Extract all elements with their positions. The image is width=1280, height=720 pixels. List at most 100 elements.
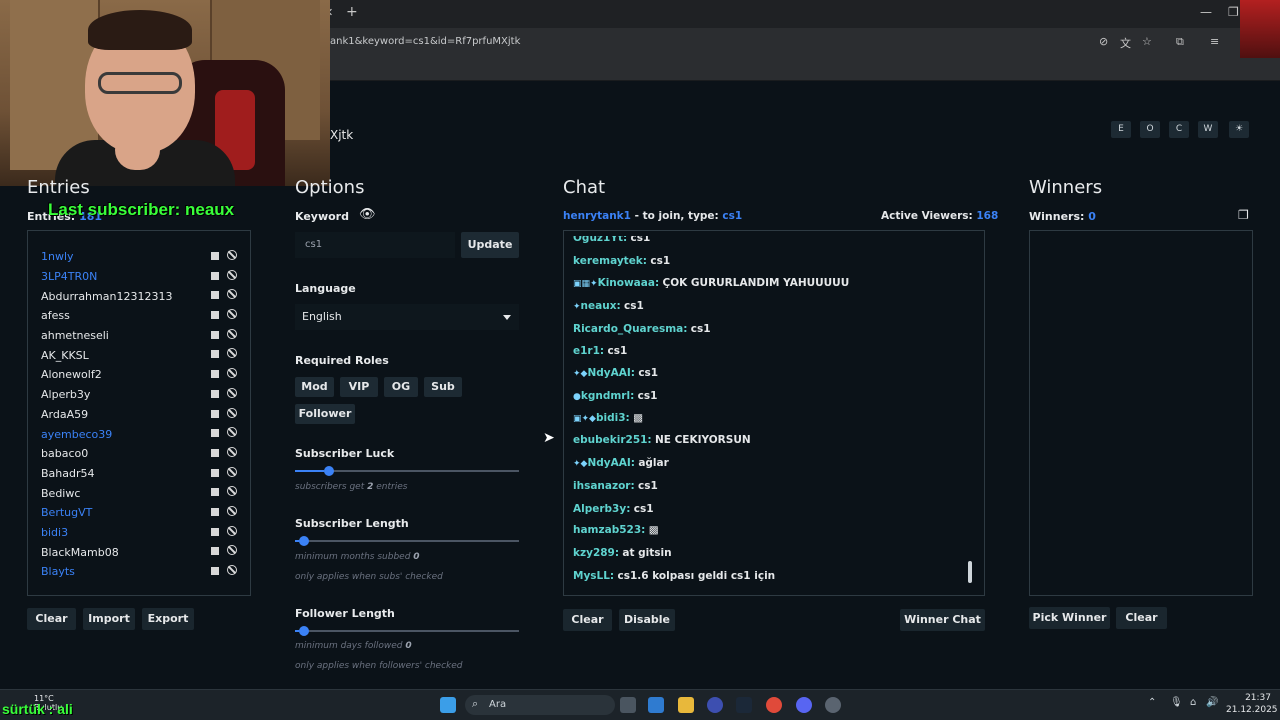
winners-title: Winners <box>1029 177 1103 198</box>
chat-badge-icons: ✦◆ <box>573 369 588 379</box>
remove-entry-icon[interactable] <box>211 350 219 359</box>
tray-chevron-icon[interactable]: ⌃ <box>1148 697 1156 708</box>
ban-entry-icon[interactable] <box>227 545 237 556</box>
chat-text: cs1 <box>630 236 651 244</box>
chat-username: Alperb3y: <box>573 503 631 515</box>
network-icon[interactable]: ⌂ <box>1190 697 1196 708</box>
entry-row: Bediwc <box>41 483 241 503</box>
remove-entry-icon[interactable] <box>211 370 219 379</box>
minimize-icon[interactable]: — <box>1200 5 1212 19</box>
role-og-toggle[interactable]: OG <box>384 377 418 397</box>
ban-entry-icon[interactable] <box>227 427 237 438</box>
app-icon[interactable] <box>707 697 723 713</box>
remove-entry-icon[interactable] <box>211 488 219 497</box>
remove-entry-icon[interactable] <box>211 547 219 556</box>
subscriber-luck-slider[interactable] <box>295 466 519 476</box>
chat-disable-button[interactable]: Disable <box>619 609 675 631</box>
header-button-w[interactable]: W <box>1198 121 1218 138</box>
restore-icon[interactable]: ❐ <box>1228 5 1239 19</box>
remove-entry-icon[interactable] <box>211 252 219 260</box>
winner-chat-button[interactable]: Winner Chat <box>900 609 985 631</box>
remove-entry-icon[interactable] <box>211 567 219 575</box>
subscriber-luck-knob[interactable] <box>324 466 335 476</box>
obs-icon[interactable] <box>825 697 841 713</box>
remove-entry-icon[interactable] <box>211 409 219 418</box>
keyword-update-button[interactable]: Update <box>461 232 519 258</box>
steam-icon[interactable] <box>736 697 752 713</box>
entries-export-button[interactable]: Export <box>142 608 194 630</box>
remove-entry-icon[interactable] <box>211 507 219 516</box>
subscriber-length-slider[interactable] <box>295 536 519 546</box>
bookmark-star-icon[interactable]: ☆ <box>1142 35 1152 48</box>
ban-entry-icon[interactable] <box>227 486 237 497</box>
header-button-o[interactable]: O <box>1140 121 1160 138</box>
role-mod-toggle[interactable]: Mod <box>295 377 334 397</box>
header-button-c[interactable]: C <box>1169 121 1189 138</box>
copy-icon[interactable]: ❐ <box>1238 208 1249 222</box>
start-windows-icon[interactable] <box>440 697 456 713</box>
calculator-icon[interactable] <box>648 697 664 713</box>
ban-entry-icon[interactable] <box>227 309 237 320</box>
theme-toggle-icon[interactable]: ☀ <box>1229 121 1249 138</box>
chat-message: keremaytek: cs1 <box>573 255 670 267</box>
remove-entry-icon[interactable] <box>211 389 219 398</box>
ban-entry-icon[interactable] <box>227 269 237 280</box>
discord-icon[interactable] <box>796 697 812 713</box>
entry-row: Abdurrahman12312313 <box>41 286 241 306</box>
mouse-cursor-icon: ➤ <box>543 430 555 446</box>
translate-icon[interactable]: 文 <box>1120 35 1131 51</box>
language-select[interactable]: English <box>295 304 519 330</box>
entries-import-button[interactable]: Import <box>83 608 135 630</box>
remove-entry-icon[interactable] <box>211 311 219 320</box>
remove-entry-icon[interactable] <box>211 527 219 536</box>
ban-entry-icon[interactable] <box>227 446 237 457</box>
ban-entry-icon[interactable] <box>227 505 237 516</box>
ban-entry-icon[interactable] <box>227 407 237 418</box>
chat-text: cs1 <box>607 345 628 357</box>
microphone-icon[interactable]: 🎙 <box>1170 697 1183 708</box>
remove-entry-icon[interactable] <box>211 448 219 457</box>
visibility-eye-icon[interactable]: 👁 <box>359 207 376 222</box>
ban-entry-icon[interactable] <box>227 466 237 477</box>
camera-off-icon[interactable]: ⊘ <box>1099 35 1108 48</box>
taskbar-search[interactable]: Ara <box>465 695 615 715</box>
file-explorer-icon[interactable] <box>678 697 694 713</box>
taskbar-clock[interactable]: 21:37 21.12.2025 <box>1226 692 1278 716</box>
extensions-icon[interactable]: ⧉ <box>1176 35 1184 49</box>
entries-clear-button[interactable]: Clear <box>27 608 76 630</box>
header-button-e[interactable]: E <box>1111 121 1131 138</box>
address-bar-url[interactable]: ank1&keyword=cs1&id=Rf7prfuMXjtk <box>330 36 520 47</box>
role-sub-toggle[interactable]: Sub <box>424 377 462 397</box>
subscriber-length-knob[interactable] <box>299 536 310 546</box>
chat-clear-button[interactable]: Clear <box>563 609 612 631</box>
pick-winner-button[interactable]: Pick Winner <box>1029 607 1110 629</box>
winners-clear-button[interactable]: Clear <box>1116 607 1167 629</box>
chat-username: Ricardo_Quaresma: <box>573 323 688 335</box>
remove-entry-icon[interactable] <box>211 429 219 438</box>
ban-entry-icon[interactable] <box>227 525 237 536</box>
ban-entry-icon[interactable] <box>227 328 237 339</box>
new-tab-icon[interactable]: + <box>346 4 358 20</box>
role-vip-toggle[interactable]: VIP <box>340 377 378 397</box>
ban-entry-icon[interactable] <box>227 565 237 575</box>
chat-message: ✦neaux: cs1 <box>573 300 644 312</box>
remove-entry-icon[interactable] <box>211 468 219 477</box>
ban-entry-icon[interactable] <box>227 387 237 398</box>
entry-row: Blayts <box>41 562 241 582</box>
ban-entry-icon[interactable] <box>227 289 237 300</box>
chrome-icon[interactable] <box>766 697 782 713</box>
remove-entry-icon[interactable] <box>211 271 219 280</box>
volume-icon[interactable]: 🔊 <box>1206 697 1218 708</box>
follower-length-slider[interactable] <box>295 626 519 636</box>
role-follower-toggle[interactable]: Follower <box>295 404 355 424</box>
media-icon[interactable]: ≡ <box>1210 35 1219 48</box>
follower-length-knob[interactable] <box>299 626 310 636</box>
task-view-icon[interactable] <box>620 697 636 713</box>
remove-entry-icon[interactable] <box>211 291 219 300</box>
remove-entry-icon[interactable] <box>211 330 219 339</box>
ban-entry-icon[interactable] <box>227 368 237 379</box>
ban-entry-icon[interactable] <box>227 250 237 260</box>
ban-entry-icon[interactable] <box>227 348 237 359</box>
keyword-input[interactable]: cs1 <box>295 232 455 258</box>
chat-scrollbar[interactable] <box>968 561 972 583</box>
